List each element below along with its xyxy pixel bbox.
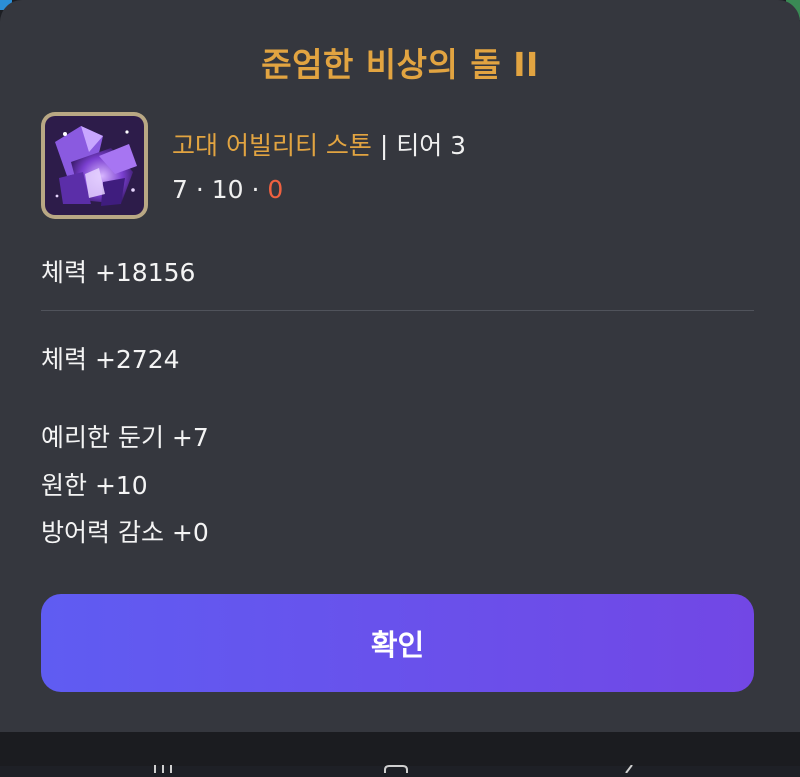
level-dot-2: · [243, 175, 268, 204]
home-icon[interactable] [382, 758, 410, 773]
confirm-button[interactable]: 확인 [41, 594, 754, 692]
engraving-penalty: 방어력 감소 +0 [41, 518, 209, 547]
item-tier: 티어 3 [396, 131, 467, 160]
level-dot-1: · [187, 175, 212, 204]
system-nav-bar [0, 732, 800, 774]
bonus-stat: 체력 +2724 [41, 345, 180, 374]
ability-stone-crystal-icon [41, 112, 148, 219]
engraving-1: 예리한 둔기 +7 [41, 423, 209, 452]
result-dialog: 준엄한 비상의 돌 II 고대 어빌리티 스톤 | 티어 3 7 · 10 · … [0, 0, 800, 732]
level-third: 0 [267, 175, 284, 204]
item-separator: | [371, 131, 397, 160]
level-first: 7 [172, 175, 188, 204]
facet-levels: 7 · 10 · 0 [172, 175, 283, 204]
dialog-title: 준엄한 비상의 돌 II [261, 45, 539, 84]
base-stat: 체력 +18156 [41, 258, 196, 287]
divider [41, 310, 754, 311]
back-icon[interactable] [620, 758, 636, 774]
item-name: 고대 어빌리티 스톤 [172, 131, 372, 160]
engraving-2: 원한 +10 [41, 471, 148, 500]
item-name-line: 고대 어빌리티 스톤 | 티어 3 [172, 126, 466, 162]
level-second: 10 [211, 175, 244, 204]
recent-apps-icon[interactable] [152, 758, 174, 773]
